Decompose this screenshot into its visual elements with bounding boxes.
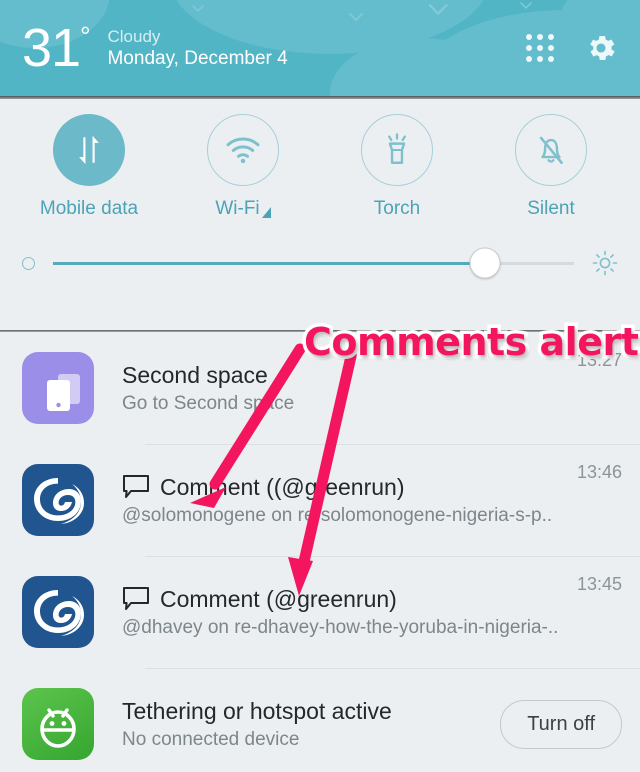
- brightness-slider-row: [0, 247, 640, 279]
- quick-toggle-silent[interactable]: Silent: [474, 114, 628, 220]
- notification-title: Comment ((@greenrun): [122, 474, 563, 501]
- notification-subtitle: @dhavey on re-dhavey-how-the-yoruba-in-n…: [122, 616, 559, 638]
- comment-bubble-icon: [123, 587, 149, 610]
- notification-title-text: Second space: [122, 361, 268, 388]
- weather-header: 31 ° Cloudy Monday, December 4: [0, 0, 640, 96]
- notification-content: Comment ((@greenrun) @solomonogene on re…: [122, 474, 563, 527]
- quick-toggle-wifi[interactable]: Wi-Fi: [166, 114, 320, 220]
- quick-toggle-label: Wi-Fi: [215, 198, 260, 219]
- gear-icon[interactable]: [584, 31, 618, 65]
- brightness-low-icon: [22, 256, 35, 270]
- grid-dots-icon[interactable]: [526, 34, 554, 62]
- notification-title: Second space: [122, 362, 563, 389]
- mobile-data-icon: [53, 114, 125, 186]
- wifi-icon: [207, 114, 279, 186]
- brightness-knob[interactable]: [469, 247, 501, 279]
- notification-title-text: Comment (@greenrun): [160, 585, 397, 612]
- quick-toggle-label: Mobile data: [39, 198, 139, 219]
- quick-toggle-label: Torch: [373, 198, 421, 219]
- notification-content: Second space Go to Second space: [122, 362, 563, 415]
- current-date: Monday, December 4: [107, 47, 288, 69]
- torch-icon: [361, 114, 433, 186]
- weather-condition: Cloudy: [107, 26, 161, 46]
- quick-settings-panel: Mobile data Wi-Fi Torch Silent: [0, 96, 640, 332]
- notification-subtitle: Go to Second space: [122, 392, 295, 414]
- brightness-fill: [53, 261, 486, 265]
- notification-row-second-space[interactable]: Second space Go to Second space 13:27: [0, 332, 640, 444]
- brightness-track[interactable]: [53, 247, 574, 279]
- quick-toggle-label: Silent: [527, 198, 575, 219]
- turn-off-button[interactable]: Turn off: [500, 699, 622, 749]
- chevron-expand-icon[interactable]: [261, 207, 271, 218]
- android-hotspot-icon: [22, 688, 94, 760]
- notification-subtitle: @solomonogene on re-solomonogene-nigeria…: [122, 504, 553, 526]
- second-space-icon: [22, 352, 94, 424]
- notification-title-text: Comment ((@greenrun): [160, 473, 405, 500]
- notification-row-comment-1[interactable]: Comment ((@greenrun) @solomonogene on re…: [0, 444, 640, 556]
- degree-symbol: °: [80, 21, 90, 51]
- notification-list: Second space Go to Second space 13:27 Co…: [0, 332, 640, 772]
- notification-shade: 31 ° Cloudy Monday, December 4 Mobile da…: [0, 0, 640, 772]
- quick-toggle-torch[interactable]: Torch: [320, 114, 474, 220]
- bell-off-icon: [515, 114, 587, 186]
- esteem-app-icon: [22, 464, 94, 536]
- header-actions: [526, 31, 618, 65]
- temperature-value: 31: [22, 18, 81, 78]
- brightness-high-icon: [592, 250, 618, 276]
- header-divider: [0, 96, 640, 99]
- temperature-display: 31 °: [22, 18, 91, 78]
- esteem-app-icon: [22, 576, 94, 648]
- notification-subtitle: No connected device: [122, 728, 300, 750]
- notification-content: Comment (@greenrun) @dhavey on re-dhavey…: [122, 586, 563, 639]
- notification-row-hotspot[interactable]: Tethering or hotspot active No connected…: [0, 668, 640, 772]
- notification-title: Comment (@greenrun): [122, 586, 563, 613]
- quick-toggle-row: Mobile data Wi-Fi Torch Silent: [0, 114, 640, 220]
- quick-toggle-label-wrap: Wi-Fi: [215, 198, 271, 220]
- notification-timestamp: 13:45: [576, 574, 622, 594]
- notification-content: Tethering or hotspot active No connected…: [122, 698, 500, 751]
- notification-timestamp: 13:46: [576, 462, 622, 482]
- weather-text-block: Cloudy Monday, December 4: [107, 26, 287, 71]
- notification-title: Tethering or hotspot active: [122, 698, 500, 725]
- notification-title-text: Tethering or hotspot active: [122, 697, 392, 724]
- notification-row-comment-2[interactable]: Comment (@greenrun) @dhavey on re-dhavey…: [0, 556, 640, 668]
- quick-toggle-mobile-data[interactable]: Mobile data: [12, 114, 166, 220]
- notification-timestamp: 13:27: [576, 350, 622, 370]
- comment-bubble-icon: [123, 475, 149, 498]
